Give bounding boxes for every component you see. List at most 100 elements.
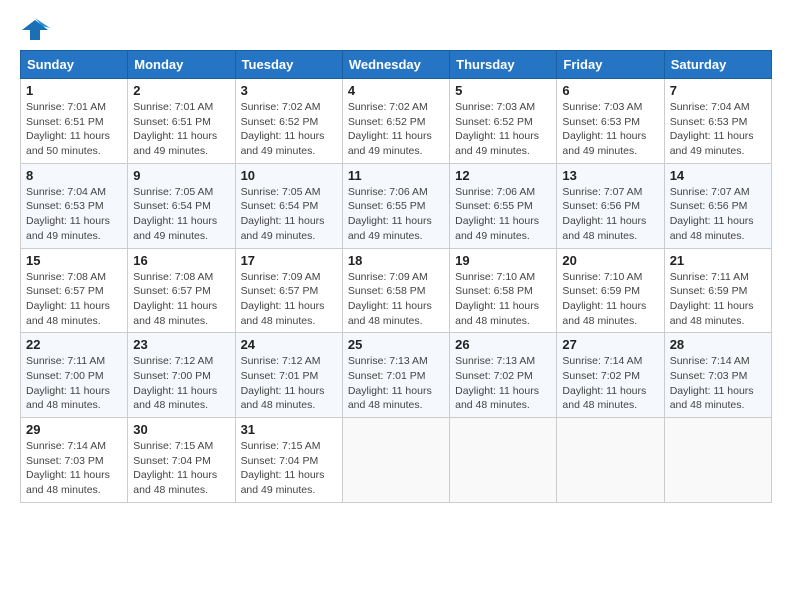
day-info: Sunrise: 7:13 AM Sunset: 7:01 PM Dayligh… [348,354,444,413]
calendar-day-cell: 28 Sunrise: 7:14 AM Sunset: 7:03 PM Dayl… [664,333,771,418]
sunset-label: Sunset: 7:02 PM [562,370,640,382]
daylight-label: Daylight: 11 hoursand 48 minutes. [241,385,325,412]
sunrise-label: Sunrise: 7:02 AM [241,101,321,113]
sunset-label: Sunset: 6:56 PM [670,200,748,212]
sunrise-label: Sunrise: 7:05 AM [241,186,321,198]
sunset-label: Sunset: 6:54 PM [241,200,319,212]
day-info: Sunrise: 7:03 AM Sunset: 6:53 PM Dayligh… [562,100,658,159]
daylight-label: Daylight: 11 hoursand 49 minutes. [348,130,432,157]
calendar-day-cell: 17 Sunrise: 7:09 AM Sunset: 6:57 PM Dayl… [235,248,342,333]
day-number: 10 [241,168,337,183]
day-info: Sunrise: 7:15 AM Sunset: 7:04 PM Dayligh… [133,439,229,498]
sunrise-label: Sunrise: 7:06 AM [455,186,535,198]
day-info: Sunrise: 7:04 AM Sunset: 6:53 PM Dayligh… [26,185,122,244]
sunset-label: Sunset: 6:52 PM [241,116,319,128]
sunset-label: Sunset: 6:55 PM [455,200,533,212]
day-number: 15 [26,253,122,268]
day-info: Sunrise: 7:15 AM Sunset: 7:04 PM Dayligh… [241,439,337,498]
calendar-day-cell: 21 Sunrise: 7:11 AM Sunset: 6:59 PM Dayl… [664,248,771,333]
day-info: Sunrise: 7:12 AM Sunset: 7:00 PM Dayligh… [133,354,229,413]
col-header-saturday: Saturday [664,51,771,79]
sunrise-label: Sunrise: 7:13 AM [348,355,428,367]
day-number: 3 [241,83,337,98]
day-number: 7 [670,83,766,98]
daylight-label: Daylight: 11 hoursand 48 minutes. [348,300,432,327]
calendar-day-cell: 25 Sunrise: 7:13 AM Sunset: 7:01 PM Dayl… [342,333,449,418]
day-info: Sunrise: 7:14 AM Sunset: 7:03 PM Dayligh… [26,439,122,498]
day-number: 13 [562,168,658,183]
sunset-label: Sunset: 6:52 PM [348,116,426,128]
day-info: Sunrise: 7:13 AM Sunset: 7:02 PM Dayligh… [455,354,551,413]
day-number: 17 [241,253,337,268]
daylight-label: Daylight: 11 hoursand 48 minutes. [562,300,646,327]
sunset-label: Sunset: 6:55 PM [348,200,426,212]
sunset-label: Sunset: 7:04 PM [241,455,319,467]
day-number: 18 [348,253,444,268]
calendar-week-row: 1 Sunrise: 7:01 AM Sunset: 6:51 PM Dayli… [21,79,772,164]
calendar-day-cell: 13 Sunrise: 7:07 AM Sunset: 6:56 PM Dayl… [557,163,664,248]
day-info: Sunrise: 7:05 AM Sunset: 6:54 PM Dayligh… [133,185,229,244]
day-number: 14 [670,168,766,183]
sunset-label: Sunset: 6:54 PM [133,200,211,212]
day-info: Sunrise: 7:08 AM Sunset: 6:57 PM Dayligh… [133,270,229,329]
day-info: Sunrise: 7:03 AM Sunset: 6:52 PM Dayligh… [455,100,551,159]
daylight-label: Daylight: 11 hoursand 49 minutes. [455,215,539,242]
calendar-day-cell: 19 Sunrise: 7:10 AM Sunset: 6:58 PM Dayl… [450,248,557,333]
daylight-label: Daylight: 11 hoursand 50 minutes. [26,130,110,157]
day-number: 4 [348,83,444,98]
sunset-label: Sunset: 6:53 PM [26,200,104,212]
daylight-label: Daylight: 11 hoursand 49 minutes. [241,215,325,242]
sunset-label: Sunset: 6:59 PM [670,285,748,297]
calendar-day-cell: 8 Sunrise: 7:04 AM Sunset: 6:53 PM Dayli… [21,163,128,248]
logo [20,16,54,44]
calendar-day-cell: 12 Sunrise: 7:06 AM Sunset: 6:55 PM Dayl… [450,163,557,248]
day-number: 26 [455,337,551,352]
day-info: Sunrise: 7:04 AM Sunset: 6:53 PM Dayligh… [670,100,766,159]
calendar-day-cell: 23 Sunrise: 7:12 AM Sunset: 7:00 PM Dayl… [128,333,235,418]
day-number: 19 [455,253,551,268]
sunrise-label: Sunrise: 7:14 AM [26,440,106,452]
calendar-day-cell: 31 Sunrise: 7:15 AM Sunset: 7:04 PM Dayl… [235,418,342,503]
sunset-label: Sunset: 6:57 PM [133,285,211,297]
calendar-day-cell: 20 Sunrise: 7:10 AM Sunset: 6:59 PM Dayl… [557,248,664,333]
daylight-label: Daylight: 11 hoursand 48 minutes. [670,215,754,242]
daylight-label: Daylight: 11 hoursand 48 minutes. [133,469,217,496]
daylight-label: Daylight: 11 hoursand 48 minutes. [562,385,646,412]
sunrise-label: Sunrise: 7:03 AM [455,101,535,113]
daylight-label: Daylight: 11 hoursand 48 minutes. [562,215,646,242]
calendar-week-row: 8 Sunrise: 7:04 AM Sunset: 6:53 PM Dayli… [21,163,772,248]
sunrise-label: Sunrise: 7:09 AM [241,271,321,283]
sunrise-label: Sunrise: 7:08 AM [133,271,213,283]
day-info: Sunrise: 7:11 AM Sunset: 6:59 PM Dayligh… [670,270,766,329]
sunset-label: Sunset: 7:03 PM [26,455,104,467]
sunrise-label: Sunrise: 7:14 AM [670,355,750,367]
col-header-thursday: Thursday [450,51,557,79]
calendar-day-cell: 1 Sunrise: 7:01 AM Sunset: 6:51 PM Dayli… [21,79,128,164]
sunrise-label: Sunrise: 7:12 AM [133,355,213,367]
logo-icon [20,16,50,44]
daylight-label: Daylight: 11 hoursand 48 minutes. [348,385,432,412]
col-header-friday: Friday [557,51,664,79]
day-info: Sunrise: 7:08 AM Sunset: 6:57 PM Dayligh… [26,270,122,329]
calendar-day-cell: 6 Sunrise: 7:03 AM Sunset: 6:53 PM Dayli… [557,79,664,164]
daylight-label: Daylight: 11 hoursand 49 minutes. [26,215,110,242]
daylight-label: Daylight: 11 hoursand 48 minutes. [670,385,754,412]
sunrise-label: Sunrise: 7:15 AM [241,440,321,452]
day-number: 28 [670,337,766,352]
day-number: 8 [26,168,122,183]
day-number: 29 [26,422,122,437]
sunset-label: Sunset: 7:00 PM [133,370,211,382]
sunset-label: Sunset: 6:51 PM [26,116,104,128]
sunrise-label: Sunrise: 7:01 AM [133,101,213,113]
calendar-week-row: 22 Sunrise: 7:11 AM Sunset: 7:00 PM Dayl… [21,333,772,418]
sunrise-label: Sunrise: 7:03 AM [562,101,642,113]
sunset-label: Sunset: 7:04 PM [133,455,211,467]
sunrise-label: Sunrise: 7:01 AM [26,101,106,113]
sunset-label: Sunset: 7:03 PM [670,370,748,382]
daylight-label: Daylight: 11 hoursand 48 minutes. [455,300,539,327]
day-info: Sunrise: 7:14 AM Sunset: 7:02 PM Dayligh… [562,354,658,413]
calendar-week-row: 29 Sunrise: 7:14 AM Sunset: 7:03 PM Dayl… [21,418,772,503]
day-info: Sunrise: 7:07 AM Sunset: 6:56 PM Dayligh… [562,185,658,244]
col-header-tuesday: Tuesday [235,51,342,79]
sunset-label: Sunset: 6:57 PM [241,285,319,297]
